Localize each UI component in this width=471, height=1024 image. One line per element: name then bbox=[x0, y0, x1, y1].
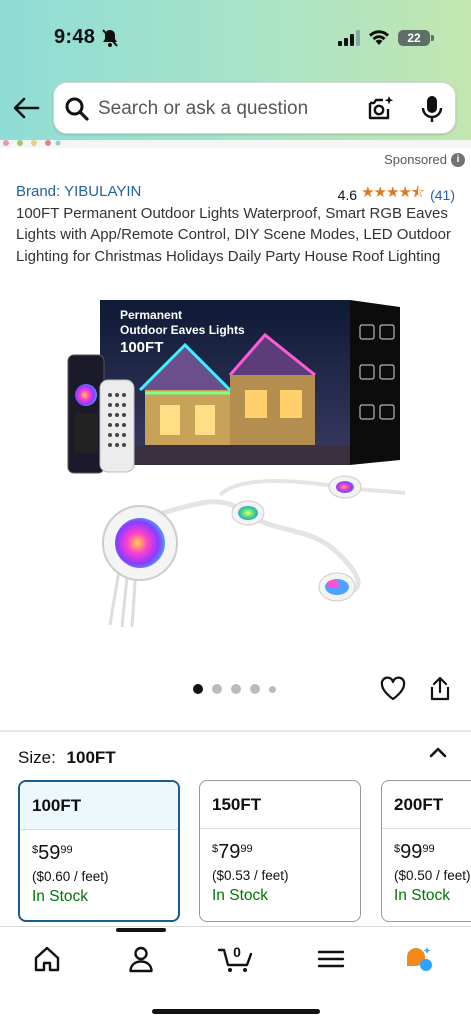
product-image[interactable]: Permanent Outdoor Eaves Lights 100FT bbox=[60, 295, 410, 645]
price-cents: 99 bbox=[60, 844, 73, 856]
size-option-name: 200FT bbox=[382, 781, 471, 829]
cellular-signal-icon bbox=[338, 30, 360, 46]
size-option-150ft[interactable]: 150FT $7999 ($0.53 / feet) In Stock bbox=[199, 780, 361, 922]
price: $9999 bbox=[394, 841, 435, 863]
search-bar[interactable] bbox=[53, 82, 456, 134]
app-header: 9:48 22 bbox=[0, 0, 471, 146]
size-label-text: Size: bbox=[18, 748, 56, 767]
carousel-dot[interactable] bbox=[250, 684, 260, 694]
selected-size: 100FT bbox=[66, 748, 116, 767]
product-title: 100FT Permanent Outdoor Lights Waterproo… bbox=[16, 205, 451, 265]
carousel-dot[interactable] bbox=[212, 684, 222, 694]
info-icon[interactable]: i bbox=[451, 152, 465, 167]
active-tab-indicator bbox=[116, 928, 166, 932]
microphone-icon[interactable] bbox=[420, 94, 444, 124]
price: $5999 bbox=[32, 842, 73, 864]
heart-icon[interactable] bbox=[380, 676, 406, 702]
carousel-dot[interactable] bbox=[231, 684, 241, 694]
price-cents: 99 bbox=[240, 843, 253, 855]
image-carousel-dots[interactable] bbox=[193, 684, 276, 694]
size-option-name: 100FT bbox=[20, 782, 178, 830]
availability: In Stock bbox=[32, 888, 88, 905]
sponsored-text: Sponsored bbox=[384, 152, 447, 167]
carousel-dot[interactable] bbox=[269, 685, 276, 693]
silent-bell-icon bbox=[102, 29, 118, 47]
price-dollars: 99 bbox=[400, 841, 423, 863]
price-cents: 99 bbox=[422, 843, 435, 855]
back-arrow-icon[interactable] bbox=[12, 96, 40, 120]
cart-count: 0 bbox=[233, 945, 241, 960]
unit-price: ($0.53 / feet) bbox=[212, 868, 289, 883]
search-input[interactable] bbox=[98, 96, 338, 122]
size-option-200ft[interactable]: 200FT $9999 ($0.50 / feet) In Stock bbox=[381, 780, 471, 922]
size-option-100ft[interactable]: 100FT $5999 ($0.60 / feet) In Stock bbox=[18, 780, 180, 922]
image-caption-2: Outdoor Eaves Lights bbox=[120, 323, 245, 337]
availability: In Stock bbox=[394, 887, 450, 904]
size-option-name: 150FT bbox=[200, 781, 360, 829]
account-icon[interactable] bbox=[126, 945, 156, 973]
share-icon[interactable] bbox=[428, 676, 452, 702]
battery-indicator: 22 bbox=[398, 30, 430, 46]
unit-price: ($0.60 / feet) bbox=[32, 869, 109, 884]
price-dollars: 59 bbox=[38, 842, 61, 864]
brand-link[interactable]: Brand: YIBULAYIN bbox=[16, 183, 141, 200]
wifi-icon bbox=[369, 30, 389, 45]
image-caption-3: 100FT bbox=[120, 339, 163, 356]
home-icon[interactable] bbox=[32, 945, 62, 973]
price: $7999 bbox=[212, 841, 253, 863]
battery-nub bbox=[431, 35, 434, 41]
rating-value: 4.6 bbox=[337, 186, 358, 203]
chevron-up-icon[interactable] bbox=[428, 744, 448, 760]
review-count[interactable]: (41) bbox=[430, 187, 455, 203]
section-divider bbox=[0, 730, 471, 732]
search-icon bbox=[65, 97, 89, 121]
price-dollars: 79 bbox=[218, 841, 241, 863]
camera-lens-icon[interactable] bbox=[366, 95, 394, 123]
status-bar: 9:48 22 bbox=[0, 22, 471, 56]
carousel-dot[interactable] bbox=[193, 684, 203, 694]
unit-price: ($0.50 / feet) bbox=[394, 868, 471, 883]
size-selector-label: Size: 100FT bbox=[18, 748, 116, 768]
cart-icon[interactable]: 0 bbox=[218, 945, 254, 973]
status-time: 9:48 bbox=[54, 26, 96, 48]
sponsored-label[interactable]: Sponsored i bbox=[384, 152, 465, 167]
menu-icon[interactable] bbox=[316, 945, 346, 973]
image-caption-1: Permanent bbox=[120, 308, 182, 322]
availability: In Stock bbox=[212, 887, 268, 904]
rufus-assistant-icon[interactable] bbox=[404, 945, 434, 973]
decorative-lights-strip bbox=[0, 140, 471, 148]
home-indicator bbox=[152, 1009, 320, 1014]
